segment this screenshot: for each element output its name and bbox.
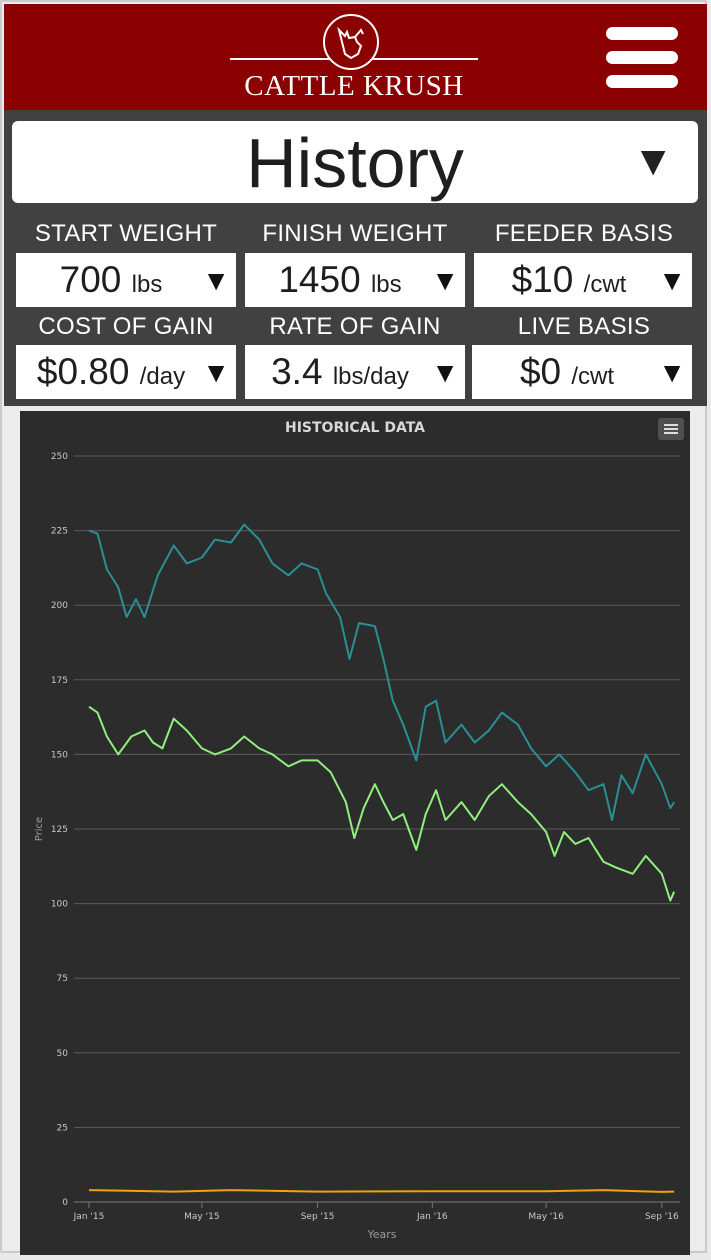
rate-of-gain-select[interactable]: 3.4 lbs/day ▼	[245, 345, 465, 399]
value-text: 1450	[278, 259, 361, 300]
dropdown-arrow-icon: ▼	[431, 357, 459, 388]
rate-of-gain-label: RATE OF GAIN	[269, 313, 441, 340]
history-chart: HISTORICAL DATA 0 25 50 75 100 125 150 175 200 225…	[20, 411, 690, 1255]
app-frame: CATTLE KRUSH History ▼ START WEIGHT FINI…	[0, 0, 707, 1255]
view-select[interactable]: History ▼	[12, 121, 698, 203]
y-tick-label: 250	[51, 452, 68, 462]
dropdown-arrow-icon: ▼	[632, 137, 674, 184]
y-tick-label: 225	[51, 527, 68, 537]
unit-text: /cwt	[583, 271, 627, 298]
brand-name: CATTLE KRUSH	[244, 70, 464, 102]
y-tick-label: 75	[57, 974, 68, 984]
dropdown-arrow-icon: ▼	[658, 265, 686, 296]
unit-text: lbs	[370, 271, 402, 298]
start-weight-value: 700 lbs	[16, 259, 206, 301]
cost-of-gain-select[interactable]: $0.80 /day ▼	[16, 345, 236, 399]
value-text: 700	[59, 259, 122, 300]
finish-weight-select[interactable]: 1450 lbs ▼	[245, 253, 465, 307]
series-line-2	[88, 1189, 675, 1193]
view-select-value: History	[246, 124, 464, 202]
cost-of-gain-label: COST OF GAIN	[38, 313, 214, 340]
bull-head-icon	[323, 14, 379, 70]
start-weight-label: START WEIGHT	[34, 220, 218, 247]
dropdown-arrow-icon: ▼	[202, 265, 230, 296]
live-basis-select[interactable]: $0 /cwt ▼	[472, 345, 692, 399]
y-tick-label: 200	[51, 601, 68, 611]
dropdown-arrow-icon: ▼	[202, 357, 230, 388]
live-basis-label: LIVE BASIS	[517, 313, 651, 340]
x-tick-label: Sep '16	[645, 1212, 679, 1222]
feeder-basis-select[interactable]: $10 /cwt ▼	[474, 253, 692, 307]
y-tick-label: 0	[62, 1198, 68, 1208]
y-tick-label: 100	[51, 900, 68, 910]
x-tick-label: Jan '16	[416, 1212, 448, 1222]
value-text: 3.4	[271, 351, 323, 392]
dropdown-arrow-icon: ▼	[431, 265, 459, 296]
y-tick-label: 125	[51, 825, 68, 835]
series-line-0	[88, 523, 675, 821]
live-basis-value: $0 /cwt	[472, 351, 662, 393]
unit-text: /day	[139, 363, 186, 390]
chart-menu-icon[interactable]	[658, 418, 684, 440]
x-tick-label: Sep '15	[301, 1212, 335, 1222]
unit-text: lbs/day	[332, 363, 409, 390]
start-weight-select[interactable]: 700 lbs ▼	[16, 253, 236, 307]
y-axis-label: Price	[34, 817, 45, 841]
finish-weight-value: 1450 lbs	[245, 259, 435, 301]
finish-weight-label: FINISH WEIGHT	[262, 220, 448, 247]
x-tick-label: May '15	[184, 1212, 219, 1222]
y-tick-label: 150	[51, 750, 68, 760]
unit-text: /cwt	[571, 363, 615, 390]
chart-title: HISTORICAL DATA	[285, 420, 425, 436]
dropdown-arrow-icon: ▼	[658, 357, 686, 388]
bull-head-svg	[337, 26, 364, 60]
y-tick-label: 50	[57, 1049, 69, 1059]
x-axis-label: Years	[366, 1228, 396, 1241]
y-tick-label: 175	[51, 676, 68, 686]
series-line-1	[88, 705, 676, 902]
cost-of-gain-value: $0.80 /day	[16, 351, 206, 393]
rate-of-gain-value: 3.4 lbs/day	[245, 351, 435, 393]
feeder-basis-value: $10 /cwt	[474, 259, 664, 301]
feeder-basis-label: FEEDER BASIS	[494, 220, 674, 247]
value-text: $0.80	[36, 351, 130, 392]
unit-text: lbs	[131, 271, 163, 298]
x-tick-label: Jan '15	[73, 1212, 105, 1222]
hamburger-menu-icon[interactable]	[606, 27, 678, 89]
y-tick-label: 25	[57, 1123, 68, 1133]
value-text: $10	[511, 259, 574, 300]
value-text: $0	[519, 351, 562, 392]
chart-svg: HISTORICAL DATA 0 25 50 75 100 125 150 175 200 225…	[34, 420, 680, 1241]
x-tick-label: May '16	[528, 1212, 564, 1222]
